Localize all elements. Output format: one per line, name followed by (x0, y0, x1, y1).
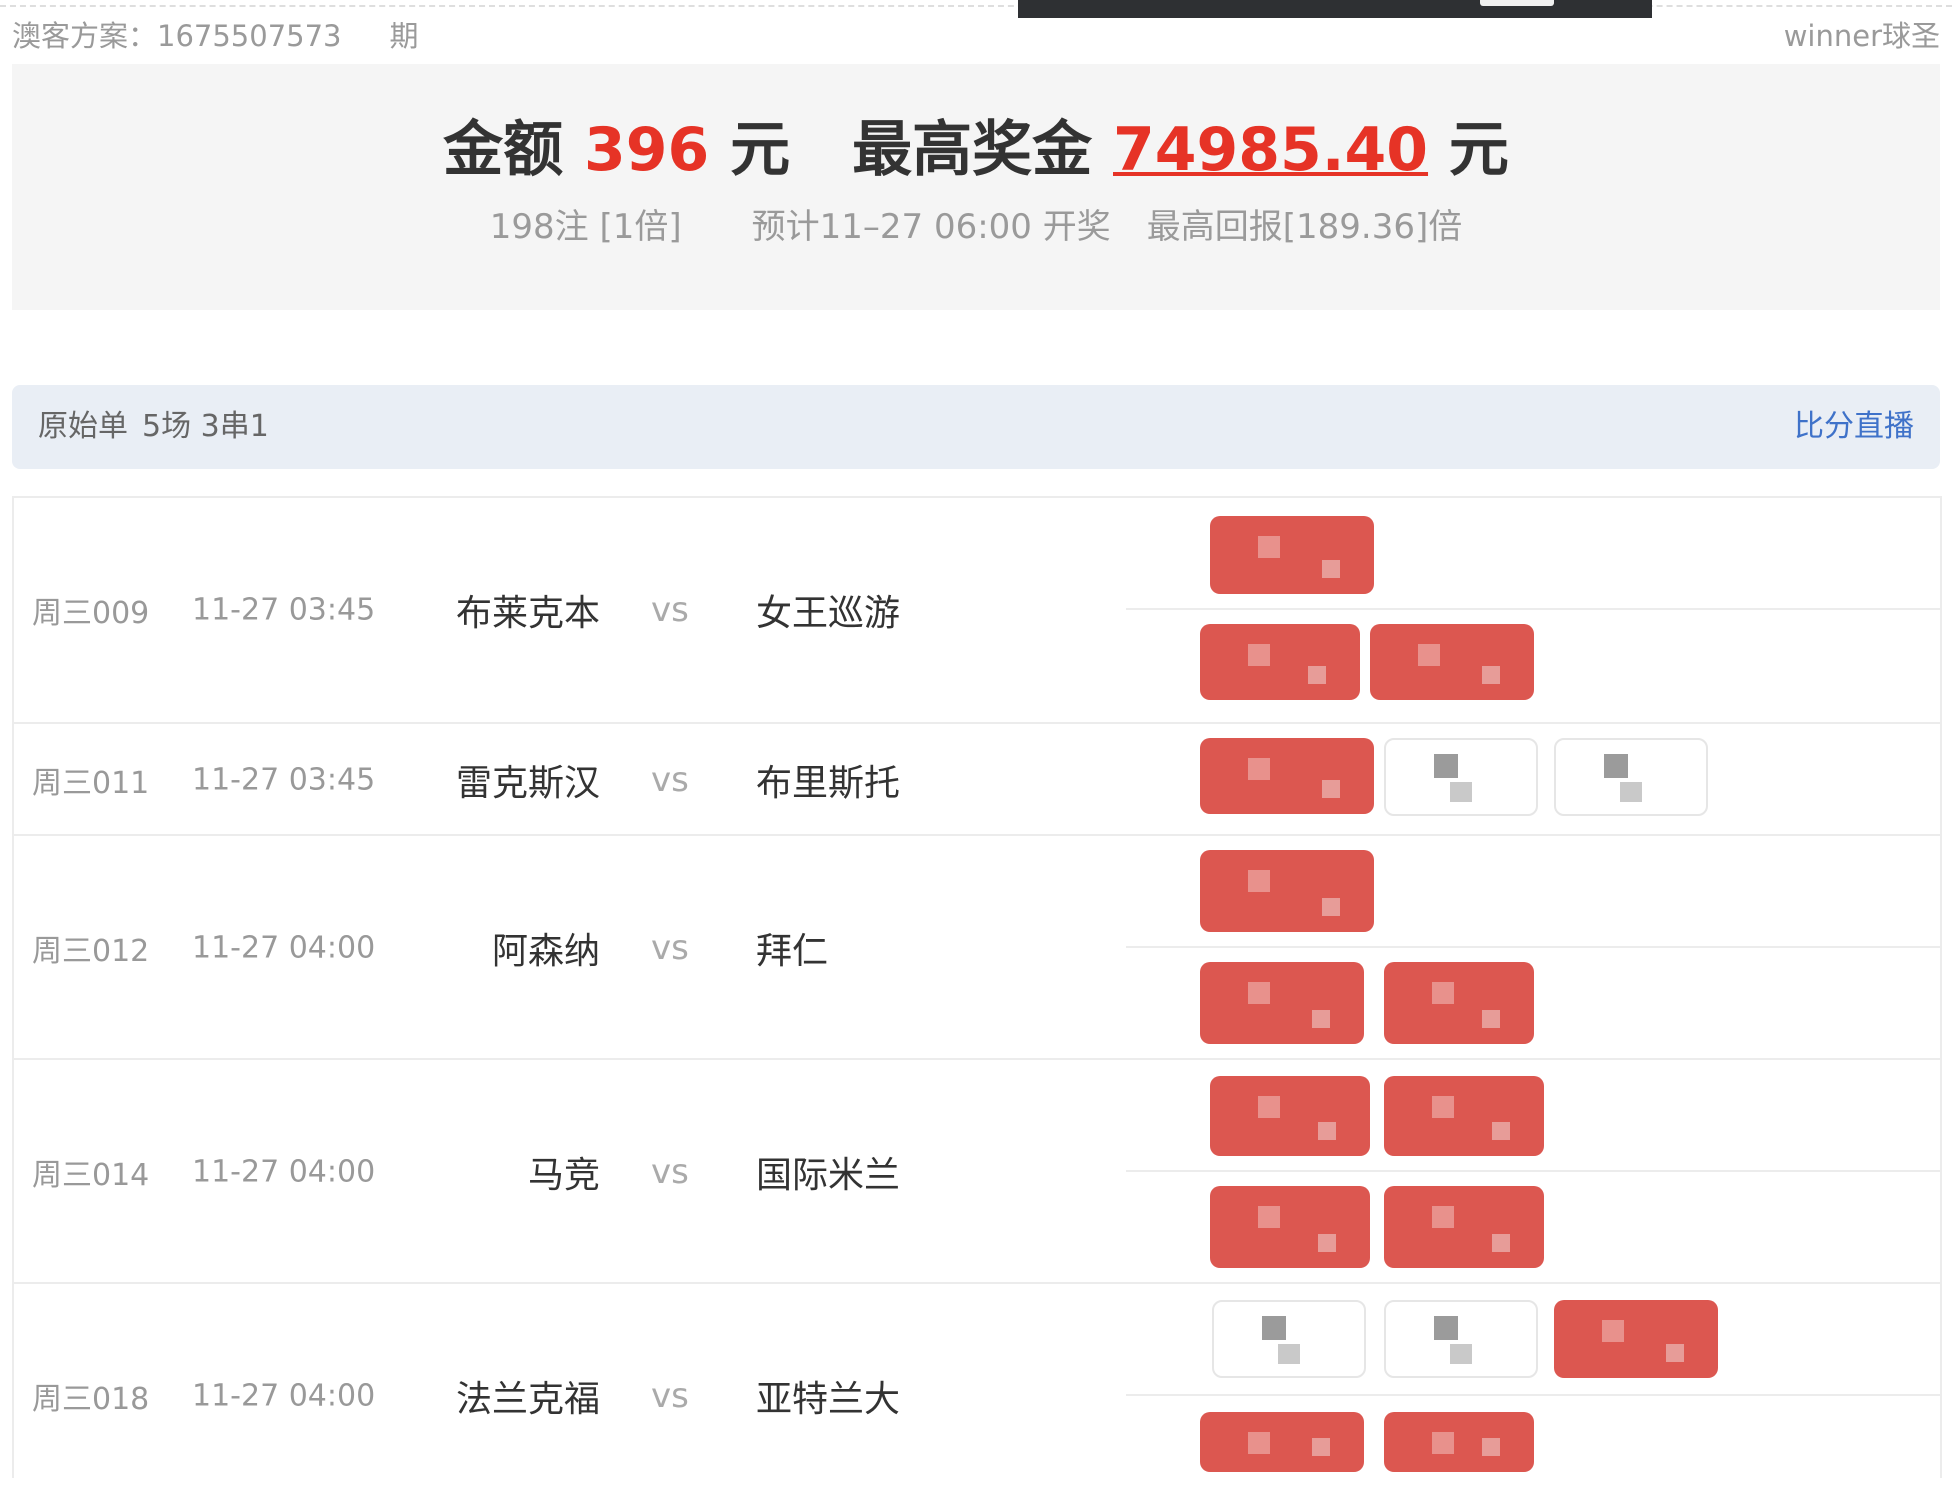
match-time: 11-27 03:45 (192, 592, 376, 628)
vs-label: vs (651, 928, 689, 968)
away-team: 国际米兰 (756, 1155, 901, 1196)
away-team: 拜仁 (756, 931, 829, 972)
odds-option-selected[interactable] (1384, 1412, 1534, 1472)
odds-option-selected[interactable] (1200, 962, 1364, 1044)
top-divider (0, 5, 1952, 7)
home-team: 布莱克本 (455, 593, 600, 634)
match-time: 11-27 03:45 (192, 762, 376, 798)
amount-line: 金额 396 元最高奖金 74985.40 元 (12, 110, 1940, 190)
away-team: 亚特兰大 (756, 1379, 901, 1420)
vs-label: vs (651, 590, 689, 630)
plan-info: 澳客方案：1675507573 期 (12, 18, 419, 54)
match-number: 周三014 (32, 1158, 150, 1193)
odds-option-selected[interactable] (1384, 1076, 1544, 1156)
brand-name: winner球圣 (1783, 19, 1940, 53)
table-row: 周三011 11-27 03:45 雷克斯汉 vs 布里斯托 (14, 722, 1940, 836)
odds-option-selected[interactable] (1384, 1186, 1544, 1268)
odds-option-selected[interactable] (1210, 1186, 1370, 1268)
row-divider (1126, 946, 1940, 948)
away-team: 布里斯托 (756, 763, 901, 804)
ticket-title: 原始单 5场 3串1 (38, 385, 269, 469)
bet-details: 198注 [1倍] 预计11–27 06:00 开奖 最高回报[189.36]倍 (12, 202, 1940, 252)
max-prize-unit: 元 (1448, 115, 1509, 185)
odds-option-selected[interactable] (1200, 1412, 1364, 1472)
issue-label: 期 (389, 19, 419, 53)
max-return: 最高回报[189.36]倍 (1146, 207, 1463, 247)
match-number: 周三018 (32, 1382, 150, 1417)
odds-option[interactable] (1212, 1300, 1366, 1378)
ticket-combo: 5场 3串1 (142, 409, 269, 444)
prize-summary: 金额 396 元最高奖金 74985.40 元 198注 [1倍] 预计11–27… (12, 64, 1940, 310)
odds-option-selected[interactable] (1200, 738, 1374, 814)
amount-label: 金额 (443, 115, 564, 185)
odds-option-selected[interactable] (1554, 1300, 1718, 1378)
row-divider (1126, 1170, 1940, 1172)
match-time: 11-27 04:00 (192, 930, 376, 966)
ticket-header: 原始单 5场 3串1 比分直播 (12, 385, 1940, 469)
odds-option-selected[interactable] (1200, 850, 1374, 932)
bet-count: 198注 [1倍] (489, 207, 682, 247)
match-number: 周三009 (32, 596, 150, 631)
row-divider (1126, 608, 1940, 610)
odds-option-selected[interactable] (1370, 624, 1534, 700)
row-divider (1126, 1394, 1940, 1396)
home-team: 马竞 (527, 1155, 600, 1196)
away-team: 女王巡游 (756, 593, 901, 634)
odds-option-selected[interactable] (1384, 962, 1534, 1044)
odds-option-selected[interactable] (1210, 516, 1374, 594)
odds-option[interactable] (1384, 738, 1538, 816)
popup-handle[interactable] (1480, 0, 1554, 6)
match-time: 11-27 04:00 (192, 1378, 376, 1414)
max-prize-value[interactable]: 74985.40 (1113, 115, 1428, 185)
draw-time: 预计11–27 06:00 开奖 (751, 207, 1111, 247)
table-row: 周三014 11-27 04:00 马竞 vs 国际米兰 (14, 1058, 1940, 1284)
table-row: 周三012 11-27 04:00 阿森纳 vs 拜仁 (14, 834, 1940, 1060)
table-row: 周三018 11-27 04:00 法兰克福 vs 亚特兰大 (14, 1282, 1940, 1508)
table-row: 周三009 11-27 03:45 布莱克本 vs 女王巡游 (14, 498, 1940, 722)
match-table: 周三009 11-27 03:45 布莱克本 vs 女王巡游 周三011 11-… (12, 496, 1942, 1478)
amount-value: 396 (583, 115, 710, 185)
match-number: 周三011 (32, 766, 150, 801)
vs-label: vs (651, 1376, 689, 1416)
odds-option-selected[interactable] (1210, 1076, 1370, 1156)
ticket-type: 原始单 (38, 409, 128, 444)
odds-option-selected[interactable] (1200, 624, 1360, 700)
match-number: 周三012 (32, 934, 150, 969)
popup-bar[interactable] (1018, 0, 1652, 18)
match-time: 11-27 04:00 (192, 1154, 376, 1190)
odds-option[interactable] (1384, 1300, 1538, 1378)
vs-label: vs (651, 760, 689, 800)
odds-option[interactable] (1554, 738, 1708, 816)
live-score-link[interactable]: 比分直播 (1794, 385, 1914, 469)
home-team: 雷克斯汉 (455, 763, 600, 804)
max-prize-label: 最高奖金 (852, 115, 1093, 185)
vs-label: vs (651, 1152, 689, 1192)
home-team: 阿森纳 (491, 931, 600, 972)
home-team: 法兰克福 (455, 1379, 600, 1420)
plan-id: 澳客方案：1675507573 (12, 19, 342, 53)
amount-unit: 元 (730, 115, 791, 185)
